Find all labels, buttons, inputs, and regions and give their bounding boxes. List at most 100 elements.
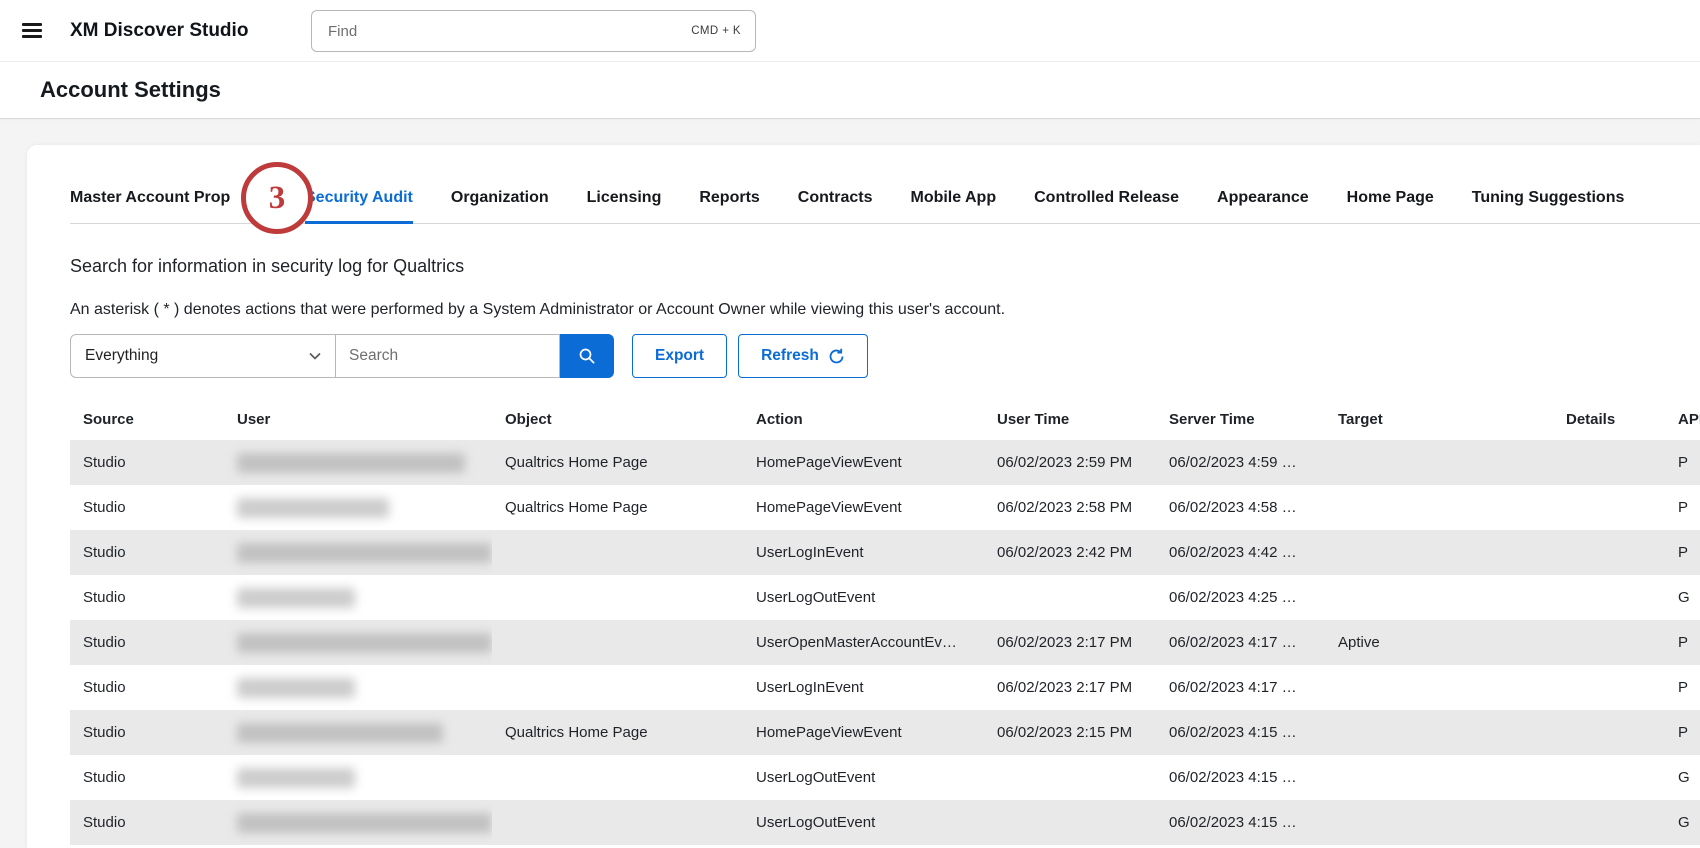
cell-details xyxy=(1553,710,1665,755)
cell-object: Qualtrics Home Page xyxy=(492,485,743,530)
cell-action: UserLogInEvent xyxy=(743,665,984,710)
annotation-number: 3 xyxy=(269,180,286,217)
cell-api: P xyxy=(1665,665,1700,710)
cell-source: Studio xyxy=(70,710,224,755)
tab-licensing[interactable]: Licensing xyxy=(587,189,662,223)
redacted-user-blur xyxy=(237,813,492,833)
chevron-down-icon xyxy=(309,352,321,360)
find-search-box[interactable]: CMD + K xyxy=(311,10,756,52)
tab-appearance[interactable]: Appearance xyxy=(1217,189,1309,223)
asterisk-note: An asterisk ( * ) denotes actions that w… xyxy=(70,301,1700,319)
col-header-server-time: Server Time xyxy=(1156,398,1325,440)
table-row: StudioUserLogInEvent06/02/2023 2:42 PM06… xyxy=(70,530,1700,575)
cell-user-time: 06/02/2023 2:17 PM xyxy=(984,665,1156,710)
cell-server-time: 06/02/2023 4:15 … xyxy=(1156,800,1325,845)
redacted-user-blur xyxy=(237,453,465,473)
tab-home-page[interactable]: Home Page xyxy=(1347,189,1434,223)
cell-details xyxy=(1553,440,1665,485)
refresh-button-label: Refresh xyxy=(761,347,819,365)
cell-server-time: 06/02/2023 4:15 … xyxy=(1156,755,1325,800)
cell-object xyxy=(492,530,743,575)
log-table-body: StudioQualtrics Home PageHomePageViewEve… xyxy=(70,440,1700,845)
cell-user-time xyxy=(984,800,1156,845)
table-row: StudioQualtrics Home PageHomePageViewEve… xyxy=(70,440,1700,485)
redacted-user-cell xyxy=(224,485,492,530)
cell-target xyxy=(1325,710,1553,755)
hamburger-menu-icon[interactable] xyxy=(22,20,42,42)
cell-action: UserLogOutEvent xyxy=(743,575,984,620)
cell-server-time: 06/02/2023 4:15 … xyxy=(1156,710,1325,755)
search-controls: Everything Export Refresh xyxy=(70,334,1700,378)
screen: XM Discover Studio CMD + K Account Setti… xyxy=(0,0,1700,848)
redacted-user-blur xyxy=(237,588,355,608)
cell-api: G xyxy=(1665,575,1700,620)
cell-source: Studio xyxy=(70,665,224,710)
cell-server-time: 06/02/2023 4:59 … xyxy=(1156,440,1325,485)
cell-action: UserLogOutEvent xyxy=(743,755,984,800)
cell-target: Aptive xyxy=(1325,620,1553,665)
redacted-user-cell xyxy=(224,665,492,710)
col-header-user-time: User Time xyxy=(984,398,1156,440)
cell-action: HomePageViewEvent xyxy=(743,485,984,530)
cell-details xyxy=(1553,575,1665,620)
cell-source: Studio xyxy=(70,755,224,800)
export-button-label: Export xyxy=(655,347,704,365)
search-input[interactable] xyxy=(336,334,560,378)
cell-details xyxy=(1553,485,1665,530)
table-row: StudioUserLogInEvent06/02/2023 2:17 PM06… xyxy=(70,665,1700,710)
redacted-user-cell xyxy=(224,800,492,845)
tab-mobile-app[interactable]: Mobile App xyxy=(910,189,996,223)
cell-server-time: 06/02/2023 4:42 … xyxy=(1156,530,1325,575)
cell-object xyxy=(492,620,743,665)
cell-target xyxy=(1325,800,1553,845)
annotation-circle: 3 xyxy=(241,162,313,234)
cell-api: G xyxy=(1665,800,1700,845)
col-header-source: Source xyxy=(70,398,224,440)
col-header-user: User xyxy=(224,398,492,440)
refresh-button[interactable]: Refresh xyxy=(738,334,868,378)
tab-tuning-suggestions[interactable]: Tuning Suggestions xyxy=(1472,189,1625,223)
cell-target xyxy=(1325,485,1553,530)
cell-server-time: 06/02/2023 4:58 … xyxy=(1156,485,1325,530)
tab-master-account-properties[interactable]: Master Account Prop xyxy=(70,189,267,223)
cell-api: P xyxy=(1665,530,1700,575)
col-header-target: Target xyxy=(1325,398,1553,440)
tab-controlled-release[interactable]: Controlled Release xyxy=(1034,189,1179,223)
table-header-row: Source User Object Action User Time Serv… xyxy=(70,398,1700,440)
tab-organization[interactable]: Organization xyxy=(451,189,549,223)
page-header: Account Settings xyxy=(0,62,1700,119)
redacted-user-cell xyxy=(224,620,492,665)
cell-details xyxy=(1553,620,1665,665)
cell-user-time xyxy=(984,575,1156,620)
cell-action: HomePageViewEvent xyxy=(743,440,984,485)
cell-object xyxy=(492,665,743,710)
cell-details xyxy=(1553,665,1665,710)
cell-source: Studio xyxy=(70,530,224,575)
refresh-icon xyxy=(828,348,845,365)
col-header-action: Action xyxy=(743,398,984,440)
redacted-user-blur xyxy=(237,768,355,788)
export-button[interactable]: Export xyxy=(632,334,727,378)
tab-contracts[interactable]: Contracts xyxy=(798,189,873,223)
redacted-user-cell xyxy=(224,710,492,755)
tab-reports[interactable]: Reports xyxy=(699,189,759,223)
cell-source: Studio xyxy=(70,575,224,620)
redacted-user-cell xyxy=(224,755,492,800)
find-shortcut-hint: CMD + K xyxy=(691,25,741,37)
search-button[interactable] xyxy=(560,334,614,378)
cell-api: P xyxy=(1665,710,1700,755)
cell-api: P xyxy=(1665,485,1700,530)
filter-dropdown[interactable]: Everything xyxy=(70,334,336,378)
cell-target xyxy=(1325,440,1553,485)
cell-target xyxy=(1325,755,1553,800)
find-input[interactable] xyxy=(326,22,691,41)
cell-details xyxy=(1553,530,1665,575)
redacted-user-blur xyxy=(237,723,443,743)
cell-details xyxy=(1553,755,1665,800)
app-title: XM Discover Studio xyxy=(70,20,248,42)
tab-security-audit[interactable]: Security Audit xyxy=(305,189,413,223)
redacted-user-cell xyxy=(224,440,492,485)
cell-action: UserLogOutEvent xyxy=(743,800,984,845)
cell-action: HomePageViewEvent xyxy=(743,710,984,755)
redacted-user-blur xyxy=(237,678,355,698)
